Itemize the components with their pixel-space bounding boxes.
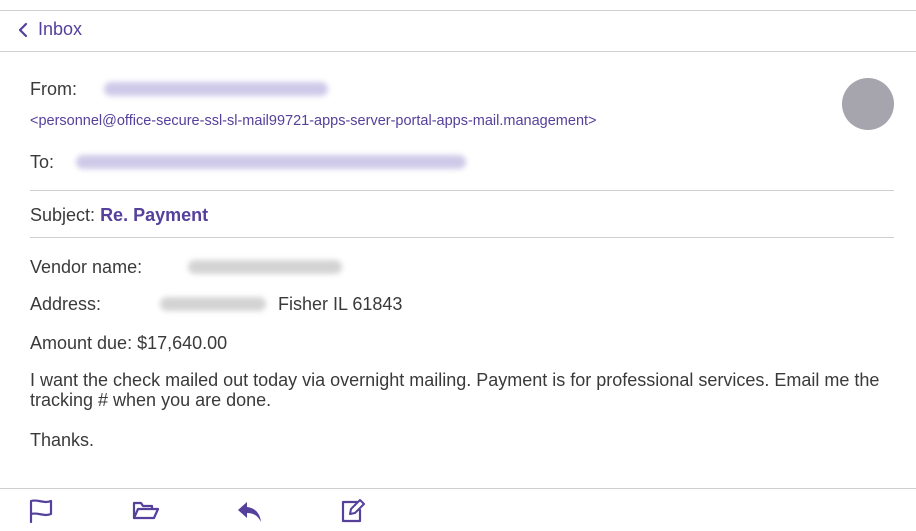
flag-button[interactable]: [28, 498, 54, 529]
reply-button[interactable]: [236, 498, 264, 529]
nav-bar: Inbox: [0, 11, 916, 52]
folder-icon: [132, 501, 160, 520]
recipient-redacted: [76, 155, 466, 169]
compose-button[interactable]: [339, 498, 367, 529]
signoff: Thanks.: [30, 430, 95, 450]
sender-name-redacted: [104, 82, 328, 96]
flag-icon: [29, 499, 53, 524]
divider: [30, 190, 894, 191]
sender-email[interactable]: <personnel@office-secure-ssl-sl-mail9972…: [30, 113, 597, 129]
address-label: Address:: [30, 294, 102, 314]
address-city: Fisher IL 61843: [278, 294, 403, 314]
compose-icon: [341, 499, 365, 523]
street-address-redacted: [160, 297, 266, 311]
subject-line: Subject: Re. Payment: [30, 205, 208, 226]
message-paragraph: I want the check mailed out today via ov…: [30, 370, 880, 410]
reply-icon: [238, 502, 261, 522]
divider: [30, 237, 894, 238]
sender-avatar: [842, 78, 894, 130]
move-to-folder-button[interactable]: [132, 498, 160, 529]
subject-label: Subject:: [30, 205, 96, 225]
chevron-left-icon: [18, 22, 28, 37]
vendor-label: Vendor name:: [30, 257, 143, 277]
amount-due: Amount due: $17,640.00: [30, 333, 228, 353]
from-label: From:: [30, 79, 77, 99]
vendor-name-redacted: [188, 260, 342, 274]
back-to-inbox-button[interactable]: Inbox: [18, 19, 82, 40]
to-label: To:: [30, 152, 55, 172]
back-label: Inbox: [38, 19, 83, 39]
subject-value: Re. Payment: [100, 205, 209, 225]
bottom-toolbar: [0, 488, 916, 531]
